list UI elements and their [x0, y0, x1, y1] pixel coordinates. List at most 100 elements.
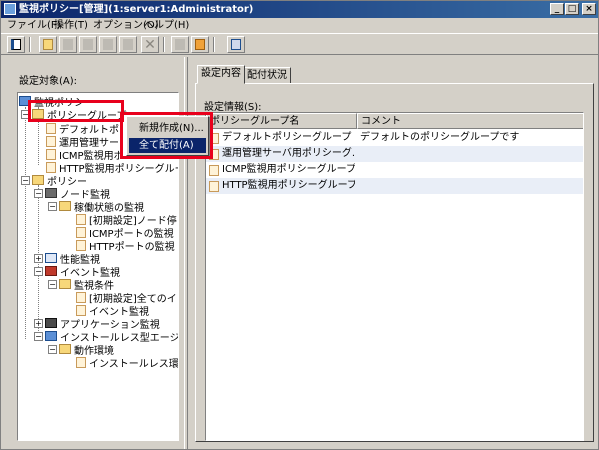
- tree-status-monitoring[interactable]: − 稼働状態の監視: [48, 200, 144, 214]
- tree-env-item[interactable]: インストールレス環: [76, 356, 179, 370]
- expand-icon[interactable]: +: [34, 318, 43, 328]
- cell-name: デフォルトポリシーグループ: [222, 132, 352, 143]
- folder-icon: [32, 109, 44, 119]
- properties-icon[interactable]: [7, 36, 25, 53]
- collapse-icon[interactable]: −: [21, 175, 30, 185]
- collapse-icon[interactable]: −: [34, 331, 43, 341]
- tab-settings[interactable]: 設定内容: [197, 65, 245, 84]
- tree-performance[interactable]: + 性能監視: [34, 252, 100, 266]
- tree-node-monitoring[interactable]: − ノード監視: [34, 187, 110, 201]
- tree-label: インストールレス環: [89, 358, 179, 370]
- event-icon: [45, 266, 57, 276]
- collapse-icon[interactable]: −: [48, 344, 57, 354]
- tree-status-item[interactable]: HTTPポートの監視: [76, 239, 175, 253]
- tab-distribution[interactable]: 配付状況: [243, 67, 291, 84]
- policy-group-table[interactable]: ポリシーグループ名 コメント デフォルトポリシーグループ デフォルトのポリシーグ…: [205, 112, 584, 441]
- policy-group-icon: [209, 180, 219, 192]
- tree-status-item[interactable]: ICMPポートの監視: [76, 226, 174, 240]
- tree-status-item[interactable]: [初期設定]ノード停: [76, 213, 177, 227]
- menu-help[interactable]: ヘルプ(H): [142, 18, 191, 33]
- copy-icon[interactable]: [99, 36, 117, 53]
- policy-icon: [76, 304, 86, 316]
- menu-item-new[interactable]: 新規作成(N)...: [129, 121, 206, 136]
- menu-operation[interactable]: 操作(T): [52, 18, 90, 33]
- menu-bar: ファイル(F) 操作(T) オプション(O) ヘルプ(H): [1, 18, 598, 33]
- table-row[interactable]: デフォルトポリシーグループ デフォルトのポリシーグループです: [206, 130, 583, 146]
- policy-icon: [76, 239, 86, 251]
- policy-icon: [76, 226, 86, 238]
- folder-icon: [59, 201, 71, 211]
- target-label: 設定対象(A):: [19, 76, 78, 87]
- title-bar: 監視ポリシー[管理](1:server1:Administrator) _ □ …: [1, 1, 598, 18]
- tree-policy[interactable]: − ポリシー: [21, 174, 87, 188]
- tree-root[interactable]: 監視ポリシー: [19, 95, 94, 109]
- tree-event[interactable]: − イベント監視: [34, 265, 120, 279]
- collapse-icon[interactable]: −: [34, 188, 43, 198]
- tree-event-item[interactable]: [初期設定]全てのイ: [76, 291, 177, 305]
- toolbar-separator: [163, 37, 165, 52]
- monitoring-icon: [19, 96, 31, 106]
- tree-application[interactable]: + アプリケーション監視: [34, 317, 160, 331]
- collapse-icon[interactable]: −: [48, 201, 57, 211]
- cell-comment: [360, 162, 582, 178]
- table-row[interactable]: HTTP監視用ポリシーグループ: [206, 178, 583, 194]
- table-header: ポリシーグループ名 コメント: [206, 113, 583, 129]
- collapse-icon[interactable]: −: [34, 266, 43, 276]
- cell-comment: デフォルトのポリシーグループです: [360, 132, 520, 143]
- tree-group-default[interactable]: デフォルトポ: [46, 122, 119, 136]
- tree-label: ポリシーグループ: [47, 110, 127, 122]
- tree-label: HTTPポートの監視: [89, 241, 175, 253]
- app-icon: [4, 3, 16, 15]
- close-button[interactable]: ×: [582, 3, 596, 15]
- tree-event-item[interactable]: イベント監視: [76, 304, 149, 318]
- delete-icon[interactable]: ✕: [141, 36, 159, 53]
- refresh-icon[interactable]: [227, 36, 245, 53]
- tree-group-ops[interactable]: 運用管理サー: [46, 135, 119, 149]
- collapse-icon[interactable]: −: [48, 279, 57, 289]
- toolbar-separator: [213, 37, 215, 52]
- tree-environment[interactable]: − 動作環境: [48, 343, 114, 357]
- folder-icon: [32, 175, 44, 185]
- context-menu: 新規作成(N)... 全て配付(A): [126, 116, 209, 156]
- cell-comment: [360, 146, 582, 162]
- policy-icon: [76, 356, 86, 368]
- folder-icon: [59, 279, 71, 289]
- column-header-name[interactable]: ポリシーグループ名: [206, 113, 357, 129]
- policy-group-icon: [209, 164, 219, 176]
- minimize-button[interactable]: _: [550, 3, 564, 15]
- tree-monitor-condition[interactable]: − 監視条件: [48, 278, 114, 292]
- table-row[interactable]: 運用管理サーバ用ポリシーグ...: [206, 146, 583, 162]
- edit-icon[interactable]: [79, 36, 97, 53]
- tree-policy-groups[interactable]: − ポリシーグループ: [21, 108, 127, 122]
- new-folder-icon[interactable]: [39, 36, 57, 53]
- node-icon: [45, 188, 57, 198]
- policy-group-icon: [46, 148, 56, 160]
- toolbar-separator: [29, 37, 31, 52]
- deploy-all-icon[interactable]: [191, 36, 209, 53]
- tree-guide: [25, 107, 26, 339]
- menu-item-deploy-all[interactable]: 全て配付(A): [129, 138, 206, 153]
- application-icon: [45, 318, 57, 328]
- agentless-icon: [45, 331, 57, 341]
- paste-icon[interactable]: [119, 36, 137, 53]
- policy-group-icon: [209, 132, 219, 144]
- tree-group-http[interactable]: HTTP監視用ポリシーグルー: [46, 161, 178, 175]
- folder-icon: [59, 344, 71, 354]
- policy-group-icon: [46, 135, 56, 147]
- tree-group-icmp[interactable]: ICMP監視用ポ: [46, 148, 124, 162]
- tree-agentless[interactable]: − インストールレス型エージ: [34, 330, 178, 344]
- app-window: 監視ポリシー[管理](1:server1:Administrator) _ □ …: [0, 0, 599, 450]
- maximize-button[interactable]: □: [565, 3, 579, 15]
- info-label: 設定情報(S):: [204, 102, 262, 113]
- column-header-comment[interactable]: コメント: [357, 113, 583, 129]
- chart-icon: [45, 253, 57, 263]
- expand-icon[interactable]: +: [34, 253, 43, 263]
- collapse-icon[interactable]: −: [21, 109, 30, 119]
- policy-icon: [76, 291, 86, 303]
- cell-comment: [360, 178, 582, 194]
- policy-group-icon: [46, 161, 56, 173]
- table-row[interactable]: ICMP監視用ポリシーグループ: [206, 162, 583, 178]
- new-item-icon[interactable]: [59, 36, 77, 53]
- deploy-icon[interactable]: [171, 36, 189, 53]
- policy-group-icon: [46, 122, 56, 134]
